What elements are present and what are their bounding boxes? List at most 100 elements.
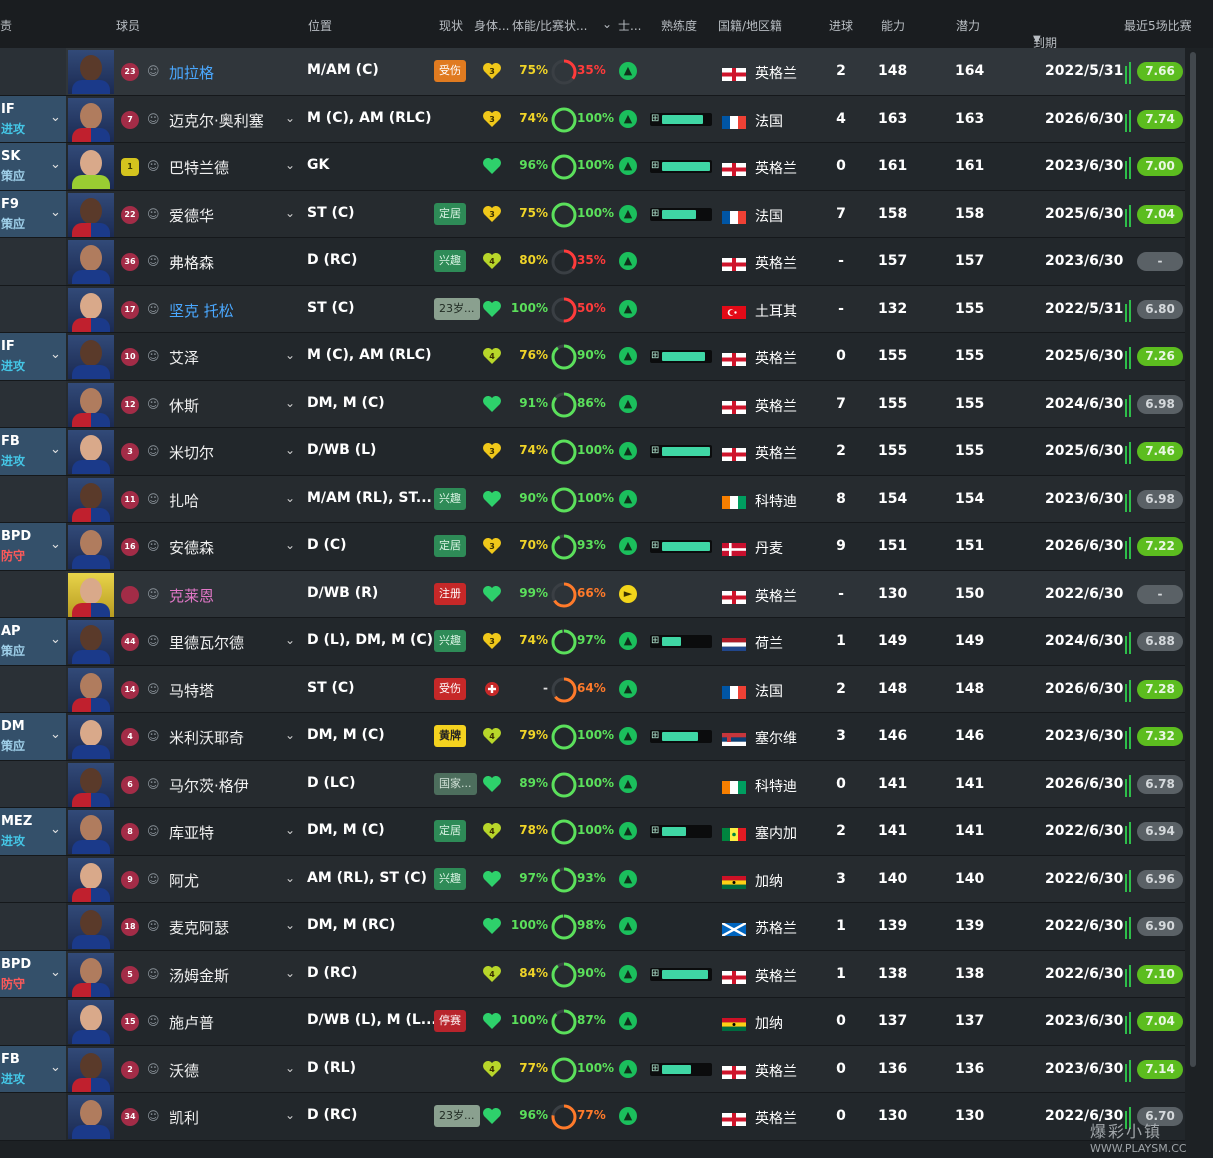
morale-icon[interactable]: ▲ — [619, 157, 637, 175]
player-name[interactable]: 里德瓦尔德 — [169, 632, 244, 653]
role-cell[interactable] — [0, 1093, 66, 1140]
chevron-down-icon[interactable]: ⌄ — [50, 347, 61, 362]
role-cell[interactable] — [0, 855, 66, 902]
average-rating[interactable]: - — [1137, 584, 1183, 604]
role-cell[interactable] — [0, 48, 66, 95]
nationality[interactable]: 英格兰 — [755, 966, 797, 986]
morale-icon[interactable]: ▲ — [619, 489, 637, 508]
chevron-down-icon[interactable]: ⌄ — [50, 537, 61, 552]
average-rating[interactable]: 7.04 — [1137, 1012, 1183, 1031]
familiarity-bar[interactable]: ⊞ — [650, 445, 712, 458]
morale-icon[interactable]: ▲ — [619, 442, 637, 460]
role-cell[interactable] — [0, 665, 66, 712]
nationality[interactable]: 荷兰 — [755, 633, 783, 653]
average-rating[interactable]: 7.10 — [1137, 964, 1183, 984]
chevron-down-icon[interactable]: ⌄ — [50, 822, 61, 837]
morale-icon[interactable]: ▲ — [619, 537, 637, 555]
col-familiarity[interactable]: 熟练度 — [661, 17, 697, 34]
table-row[interactable]: BPD 防守 ⌄ 5 ☺ 汤姆金斯 ⌄ D (RC) 4 84% 90% ▲ ⊞ 英格兰 1 138 138 20… — [0, 950, 1185, 998]
role-cell[interactable]: FB 进攻 ⌄ — [0, 428, 66, 475]
role-cell[interactable] — [0, 760, 66, 807]
table-row[interactable]: FB 进攻 ⌄ 3 ☺ 米切尔 ⌄ D/WB (L) 3 74% 100% ▲ ⊞ 英格兰 2 155 155 2… — [0, 428, 1185, 476]
player-name[interactable]: 汤姆金斯 — [169, 965, 229, 986]
player-name[interactable]: 米利沃耶奇 — [169, 727, 244, 748]
position-chevron-icon[interactable]: ⌄ — [285, 1061, 295, 1075]
col-pa[interactable]: 潜力 — [956, 17, 980, 34]
chevron-down-icon[interactable]: ⌄ — [50, 442, 61, 457]
col-condition[interactable]: 体能/比赛状... — [512, 17, 588, 34]
morale-icon[interactable]: ▲ — [619, 394, 637, 413]
nationality[interactable]: 法国 — [755, 111, 783, 131]
morale-icon[interactable]: ▲ — [619, 679, 637, 698]
status-badge[interactable]: 受伤 — [434, 60, 466, 82]
player-name[interactable]: 马特塔 — [169, 680, 214, 701]
col-ca[interactable]: 能力 — [881, 17, 905, 34]
col-nationality[interactable]: 国籍/地区籍 — [718, 17, 782, 34]
nationality[interactable]: 英格兰 — [755, 348, 797, 368]
role-cell[interactable] — [0, 998, 66, 1045]
position-chevron-icon[interactable]: ⌄ — [285, 206, 295, 220]
morale-icon[interactable]: ▲ — [619, 774, 637, 793]
role-cell[interactable]: IF 进攻 ⌄ — [0, 95, 66, 142]
familiarity-bar[interactable]: ⊞ — [650, 967, 712, 981]
position-chevron-icon[interactable]: ⌄ — [285, 348, 295, 362]
table-row[interactable]: BPD 防守 ⌄ 16 ☺ 安德森 ⌄ D (C) 定居 3 70% 93% ▲ ⊞ 丹麦 9 151 151 20… — [0, 523, 1185, 571]
table-row[interactable]: 36 ☺ 弗格森 D (RC) 兴趣 4 80% 35% ▲ 英格兰 - 157 157 2023/6/3… — [0, 238, 1185, 286]
position-chevron-icon[interactable]: ⌄ — [285, 396, 295, 410]
average-rating[interactable]: 7.22 — [1137, 537, 1183, 556]
nationality[interactable]: 英格兰 — [755, 63, 797, 83]
table-row[interactable]: DM 策应 ⌄ 4 ☺ 米利沃耶奇 ⌄ DM, M (C) 黄牌 4 79% 100% ▲ ⊞ 塞尔维 3 14… — [0, 713, 1185, 761]
table-row[interactable]: 34 ☺ 凯利 ⌄ D (RC) 23岁... 96% 77% ▲ 英格兰 0 130 130 2022/… — [0, 1093, 1185, 1141]
nationality[interactable]: 英格兰 — [755, 586, 797, 606]
table-row[interactable]: IF 进攻 ⌄ 10 ☺ 艾泽 ⌄ M (C), AM (RLC) 4 76% 90% ▲ ⊞ 英格兰 0 1… — [0, 333, 1185, 381]
familiarity-bar[interactable]: ⊞ — [650, 160, 712, 173]
chevron-down-icon[interactable]: ⌄ — [50, 157, 61, 172]
nationality[interactable]: 科特迪 — [755, 491, 797, 511]
table-row[interactable]: MEZ 进攻 ⌄ 8 ☺ 库亚特 ⌄ DM, M (C) 定居 4 78% 100% ▲ ⊞ 塞内加 2 141… — [0, 808, 1185, 856]
average-rating[interactable]: 6.88 — [1137, 632, 1183, 651]
role-cell[interactable]: SK 策应 ⌄ — [0, 143, 66, 190]
table-row[interactable]: IF 进攻 ⌄ 7 ☺ 迈克尔·奥利塞 ⌄ M (C), AM (RLC) 3 74% 100% ▲ ⊞… — [0, 95, 1185, 143]
role-cell[interactable]: DM 策应 ⌄ — [0, 713, 66, 760]
role-cell[interactable] — [0, 285, 66, 332]
player-name[interactable]: 库亚特 — [169, 822, 214, 843]
morale-icon[interactable]: ► — [619, 584, 637, 603]
nationality[interactable]: 塞尔维 — [755, 728, 797, 748]
role-cell[interactable]: BPD 防守 ⌄ — [0, 950, 66, 997]
morale-icon[interactable]: ▲ — [619, 299, 637, 318]
average-rating[interactable]: 6.94 — [1137, 822, 1183, 841]
col-status[interactable]: 现状 — [439, 17, 463, 34]
chevron-down-icon[interactable]: ⌄ — [50, 110, 61, 125]
col-goals[interactable]: 进球 — [829, 17, 853, 34]
status-badge[interactable]: 注册 — [434, 582, 466, 605]
position-chevron-icon[interactable]: ⌄ — [285, 443, 295, 457]
chevron-down-icon[interactable]: ⌄ — [50, 205, 61, 220]
status-badge[interactable]: 23岁... — [434, 297, 480, 320]
col-role[interactable]: 责 — [0, 17, 12, 34]
average-rating[interactable]: 6.90 — [1137, 917, 1183, 936]
morale-icon[interactable]: ▲ — [619, 869, 637, 888]
morale-icon[interactable]: ▲ — [619, 632, 637, 650]
position-chevron-icon[interactable]: ⌄ — [285, 918, 295, 932]
table-row[interactable]: 12 ☺ 休斯 ⌄ DM, M (C) 91% 86% ▲ 英格兰 7 155 155 2024/6/3… — [0, 380, 1185, 428]
table-row[interactable]: 9 ☺ 阿尤 ⌄ AM (RL), ST (C) 兴趣 97% 93% ▲ 加纳 3 140 140 20… — [0, 855, 1185, 903]
player-name[interactable]: 扎哈 — [169, 490, 199, 511]
table-row[interactable]: 6 ☺ 马尔茨·格伊 D (LC) 国家... 89% 100% ▲ 科特迪 0 141 141 202… — [0, 760, 1185, 808]
table-row[interactable]: FB 进攻 ⌄ 2 ☺ 沃德 ⌄ D (RL) 4 77% 100% ▲ ⊞ 英格兰 0 136 136 2023… — [0, 1045, 1185, 1093]
role-cell[interactable] — [0, 238, 66, 285]
average-rating[interactable]: 6.96 — [1137, 869, 1183, 889]
average-rating[interactable]: 6.98 — [1137, 394, 1183, 414]
role-cell[interactable] — [0, 903, 66, 950]
nationality[interactable]: 加纳 — [755, 871, 783, 891]
table-row[interactable]: 14 ☺ 马特塔 ST (C) 受伤 - 64% ▲ 法国 2 148 148 2026/6/30 7.2… — [0, 665, 1185, 713]
position-chevron-icon[interactable]: ⌄ — [285, 111, 295, 125]
morale-icon[interactable]: ▲ — [619, 109, 637, 128]
role-cell[interactable]: FB 进攻 ⌄ — [0, 1045, 66, 1092]
average-rating[interactable]: 7.04 — [1137, 204, 1183, 224]
nationality[interactable]: 英格兰 — [755, 396, 797, 416]
player-name[interactable]: 马尔茨·格伊 — [169, 775, 249, 796]
role-cell[interactable]: IF 进攻 ⌄ — [0, 333, 66, 380]
status-badge[interactable]: 兴趣 — [434, 250, 466, 272]
player-name[interactable]: 米切尔 — [169, 442, 214, 463]
position-chevron-icon[interactable]: ⌄ — [285, 538, 295, 552]
